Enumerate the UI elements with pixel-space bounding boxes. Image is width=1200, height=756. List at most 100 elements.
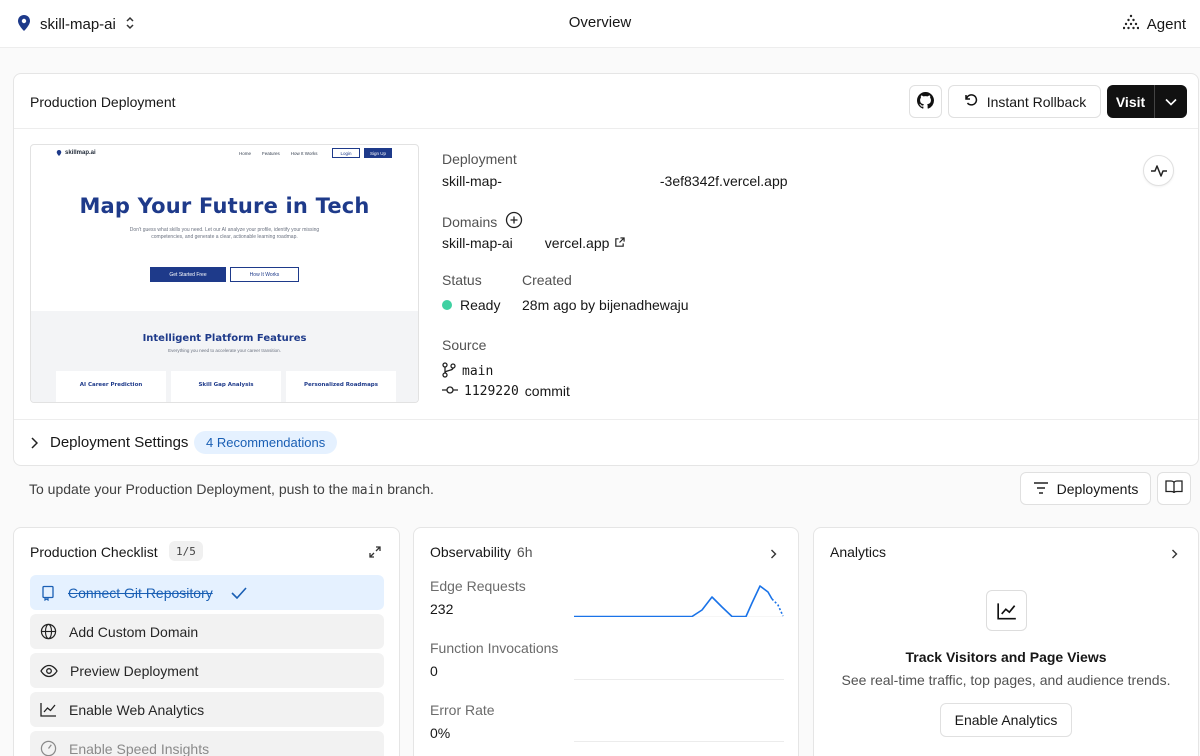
production-deployment-card: Production Deployment Instant Rollback V… xyxy=(13,73,1199,466)
metric-label: Error Rate xyxy=(430,702,495,718)
chevron-right-icon[interactable] xyxy=(770,546,777,562)
preview-logo: skillmap.ai xyxy=(56,149,96,157)
agent-button[interactable]: Agent xyxy=(1122,12,1186,36)
domains-label: Domains xyxy=(442,213,498,230)
preview-features: Intelligent Platform Features Everything… xyxy=(31,311,418,402)
book-icon xyxy=(1165,480,1183,497)
visit-dropdown-button[interactable] xyxy=(1155,98,1187,106)
analytics-title: Analytics xyxy=(830,544,887,560)
add-domain-icon[interactable] xyxy=(505,211,523,232)
external-link-icon xyxy=(614,235,626,251)
deployment-settings-label: Deployment Settings xyxy=(50,434,189,451)
metric-value: 232 xyxy=(430,601,454,617)
visit-split-button: Visit xyxy=(1107,85,1187,118)
status-label: Status xyxy=(442,272,482,288)
source-label: Source xyxy=(442,337,487,353)
checklist-item-preview-deployment[interactable]: Preview Deployment xyxy=(30,653,384,688)
info-text-after: branch. xyxy=(387,481,434,497)
observability-window: 6h xyxy=(516,544,533,560)
github-icon xyxy=(917,91,934,112)
github-button[interactable] xyxy=(909,85,942,118)
docs-button[interactable] xyxy=(1157,472,1191,505)
analytics-subtitle: See real-time traffic, top pages, and au… xyxy=(841,672,1171,688)
preview-feature-card: Personalized Roadmaps xyxy=(286,371,396,402)
instant-rollback-button[interactable]: Instant Rollback xyxy=(948,85,1101,118)
checklist-item-label: Enable Speed Insights xyxy=(69,740,210,756)
observability-title: Observability xyxy=(430,544,511,560)
activity-button[interactable] xyxy=(1143,155,1174,186)
metric-label: Function Invocations xyxy=(430,640,559,656)
checklist-progress-badge: 1/5 xyxy=(169,541,203,561)
chart-icon xyxy=(40,703,56,717)
git-branch-icon xyxy=(442,362,456,381)
page-title: Overview xyxy=(568,14,632,31)
preview-logo-icon xyxy=(56,150,62,156)
visit-button[interactable]: Visit xyxy=(1107,94,1154,110)
repo-icon xyxy=(42,585,54,601)
preview-cta-secondary: How It Works xyxy=(230,267,299,282)
preview-feature-card: AI Career Prediction xyxy=(56,371,166,402)
preview-nav-link: How It Works xyxy=(290,151,318,156)
production-info-text: To update your Production Deployment, pu… xyxy=(29,481,434,498)
expand-icon[interactable] xyxy=(369,545,381,561)
preview-signup: Sign Up xyxy=(364,148,392,158)
preview-features-subtitle: Everything you need to accelerate your c… xyxy=(168,348,281,353)
checklist-item-connect-git[interactable]: Connect Git Repository xyxy=(30,575,384,610)
metric-value: 0 xyxy=(430,663,438,679)
chevron-right-icon[interactable] xyxy=(1171,546,1178,562)
chevron-right-icon xyxy=(31,436,38,449)
eye-icon xyxy=(40,664,58,677)
undo-icon xyxy=(963,92,979,111)
deployment-label: Deployment xyxy=(442,151,517,167)
git-commit-icon xyxy=(442,383,458,399)
checklist-item-speed-insights[interactable]: Enable Speed Insights xyxy=(30,731,384,756)
checkmark-icon xyxy=(231,586,247,599)
production-title: Production Deployment xyxy=(30,94,176,110)
agent-label: Agent xyxy=(1146,15,1186,33)
preview-cta-primary: Get Started Free xyxy=(150,267,226,282)
deployments-label: Deployments xyxy=(1056,480,1139,497)
observability-card[interactable]: Observability 6h Edge Requests 232 Functi… xyxy=(413,527,799,756)
observability-title-row: Observability 6h xyxy=(430,544,533,560)
status-ready-dot xyxy=(442,300,452,310)
status-value: Ready xyxy=(442,297,500,313)
globe-icon xyxy=(40,623,57,640)
checklist-item-label: Add Custom Domain xyxy=(69,623,199,640)
created-label: Created xyxy=(522,272,572,288)
error-rate-sparkline xyxy=(574,741,784,742)
deployments-button[interactable]: Deployments xyxy=(1020,472,1151,505)
deployment-settings-toggle[interactable]: Deployment Settings xyxy=(30,434,188,451)
top-bar: skill-map-ai Overview Agent xyxy=(0,0,1200,48)
deployment-preview[interactable]: skillmap.ai Home Features How It Works L… xyxy=(30,144,419,403)
source-branch[interactable]: main xyxy=(442,362,493,381)
status-text: Ready xyxy=(460,297,501,313)
commit-label: commit xyxy=(524,383,570,399)
checklist-item-label: Enable Web Analytics xyxy=(69,701,205,718)
preview-nav-links: Home Features How It Works xyxy=(239,151,317,156)
domain-start: skill-map-ai xyxy=(442,235,513,251)
source-commit[interactable]: 1129220 commit xyxy=(442,383,570,399)
metric-value: 0% xyxy=(430,725,451,741)
checklist-item-web-analytics[interactable]: Enable Web Analytics xyxy=(30,692,384,727)
domains-label-row: Domains xyxy=(442,211,523,232)
filter-lines-icon xyxy=(1033,481,1049,497)
checklist-item-custom-domain[interactable]: Add Custom Domain xyxy=(30,614,384,649)
deployment-settings-row: Deployment Settings 4 Recommendations xyxy=(14,419,1198,465)
rollback-label: Instant Rollback xyxy=(986,93,1087,110)
branch-name: main xyxy=(462,364,494,379)
preview-nav-link: Features xyxy=(262,151,280,156)
preview-features-title: Intelligent Platform Features xyxy=(142,333,307,344)
info-text-before: To update your Production Deployment, pu… xyxy=(29,481,349,497)
preview-logo-text: skillmap.ai xyxy=(65,150,96,156)
preview-nav: skillmap.ai Home Features How It Works L… xyxy=(31,145,418,163)
recommendations-badge[interactable]: 4 Recommendations xyxy=(194,431,338,454)
domain-link[interactable]: skill-map-ai vercel.app xyxy=(442,235,626,251)
analytics-chart-icon xyxy=(986,590,1027,631)
deployment-url[interactable]: skill-map- -3ef8342f.vercel.app xyxy=(442,173,812,189)
edge-requests-sparkline xyxy=(574,585,784,617)
preview-login: Login xyxy=(332,148,360,158)
domain-end: vercel.app xyxy=(544,235,610,251)
checklist-item-label: Preview Deployment xyxy=(70,662,199,679)
enable-analytics-button[interactable]: Enable Analytics xyxy=(940,703,1072,737)
metric-label: Edge Requests xyxy=(430,578,526,594)
